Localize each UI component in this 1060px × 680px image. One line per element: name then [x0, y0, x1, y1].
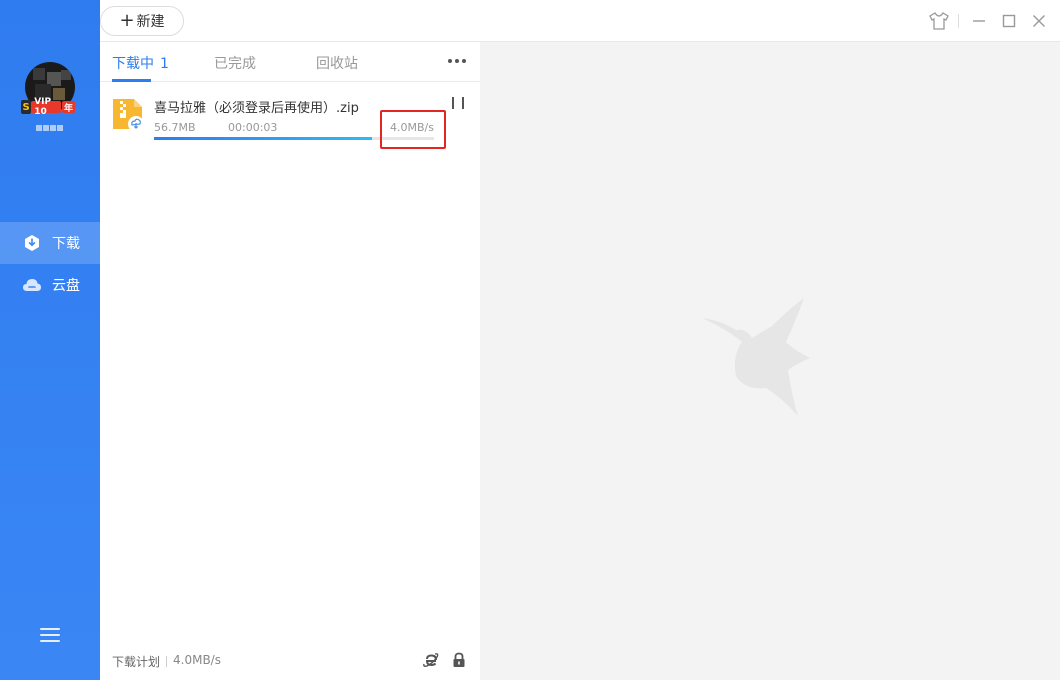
more-options-icon[interactable]	[448, 54, 466, 68]
active-tab-underline	[112, 79, 151, 82]
hamburger-menu-icon[interactable]	[40, 628, 60, 646]
new-task-label: 新建	[136, 14, 165, 30]
footer-divider	[166, 656, 167, 667]
status-footer: 下载计划 4.0MB/s	[100, 642, 480, 680]
vip-level: VIP 10	[31, 97, 61, 117]
tab-completed-label: 已完成	[214, 56, 256, 72]
task-file-size: 56.7MB	[154, 121, 196, 134]
nav-cloud-label: 云盘	[52, 278, 80, 294]
sidebar: S VIP 10 年 下载 云盘	[0, 0, 100, 680]
ie-browser-icon[interactable]	[423, 652, 439, 668]
skin-shirt-icon[interactable]	[928, 10, 950, 32]
vip-badge: S VIP 10 年	[21, 97, 75, 117]
task-time-remaining: 00:00:03	[228, 121, 278, 134]
tab-recycle-bin[interactable]: 回收站	[316, 53, 358, 73]
tab-downloading-label: 下载中	[112, 56, 154, 72]
username-blurred	[36, 120, 64, 134]
close-icon[interactable]	[1028, 10, 1050, 32]
nav-cloud[interactable]: 云盘	[0, 264, 100, 306]
plus-icon: +	[119, 10, 135, 31]
task-progress-fill	[154, 137, 373, 140]
tab-completed[interactable]: 已完成	[214, 53, 256, 73]
minimize-icon[interactable]	[968, 10, 990, 32]
task-detail-empty-area	[480, 42, 1060, 680]
zip-file-cloud-icon	[112, 98, 144, 132]
download-plan-link[interactable]: 下载计划	[112, 653, 160, 670]
cloud-icon	[22, 275, 42, 295]
tab-recycle-label: 回收站	[316, 56, 358, 72]
download-shield-icon	[22, 233, 42, 253]
vip-year: 年	[61, 101, 75, 114]
download-list-panel: 下载中 1 已完成 回收站 喜马拉雅（必须登录后再使用）.zip 56.7MB …	[100, 42, 480, 680]
vip-s-icon: S	[21, 100, 32, 114]
tab-downloading-count: 1	[160, 56, 169, 72]
nav-download-label: 下载	[52, 236, 80, 252]
tab-bar: 下载中 1 已完成 回收站	[100, 42, 480, 82]
maximize-icon[interactable]	[998, 10, 1020, 32]
tab-downloading[interactable]: 下载中 1	[112, 53, 169, 73]
new-task-button[interactable]: + 新建	[100, 6, 184, 36]
footer-total-speed: 4.0MB/s	[173, 653, 221, 667]
speed-highlight-box	[380, 110, 446, 149]
nav-download[interactable]: 下载	[0, 222, 100, 264]
task-file-name: 喜马拉雅（必须登录后再使用）.zip	[154, 101, 359, 116]
lock-icon[interactable]	[452, 652, 468, 668]
top-bar: + 新建	[100, 0, 1060, 42]
hummingbird-logo-icon	[702, 298, 832, 420]
pause-icon[interactable]	[452, 97, 464, 111]
avatar[interactable]: S VIP 10 年	[21, 62, 75, 117]
title-separator	[958, 14, 959, 28]
